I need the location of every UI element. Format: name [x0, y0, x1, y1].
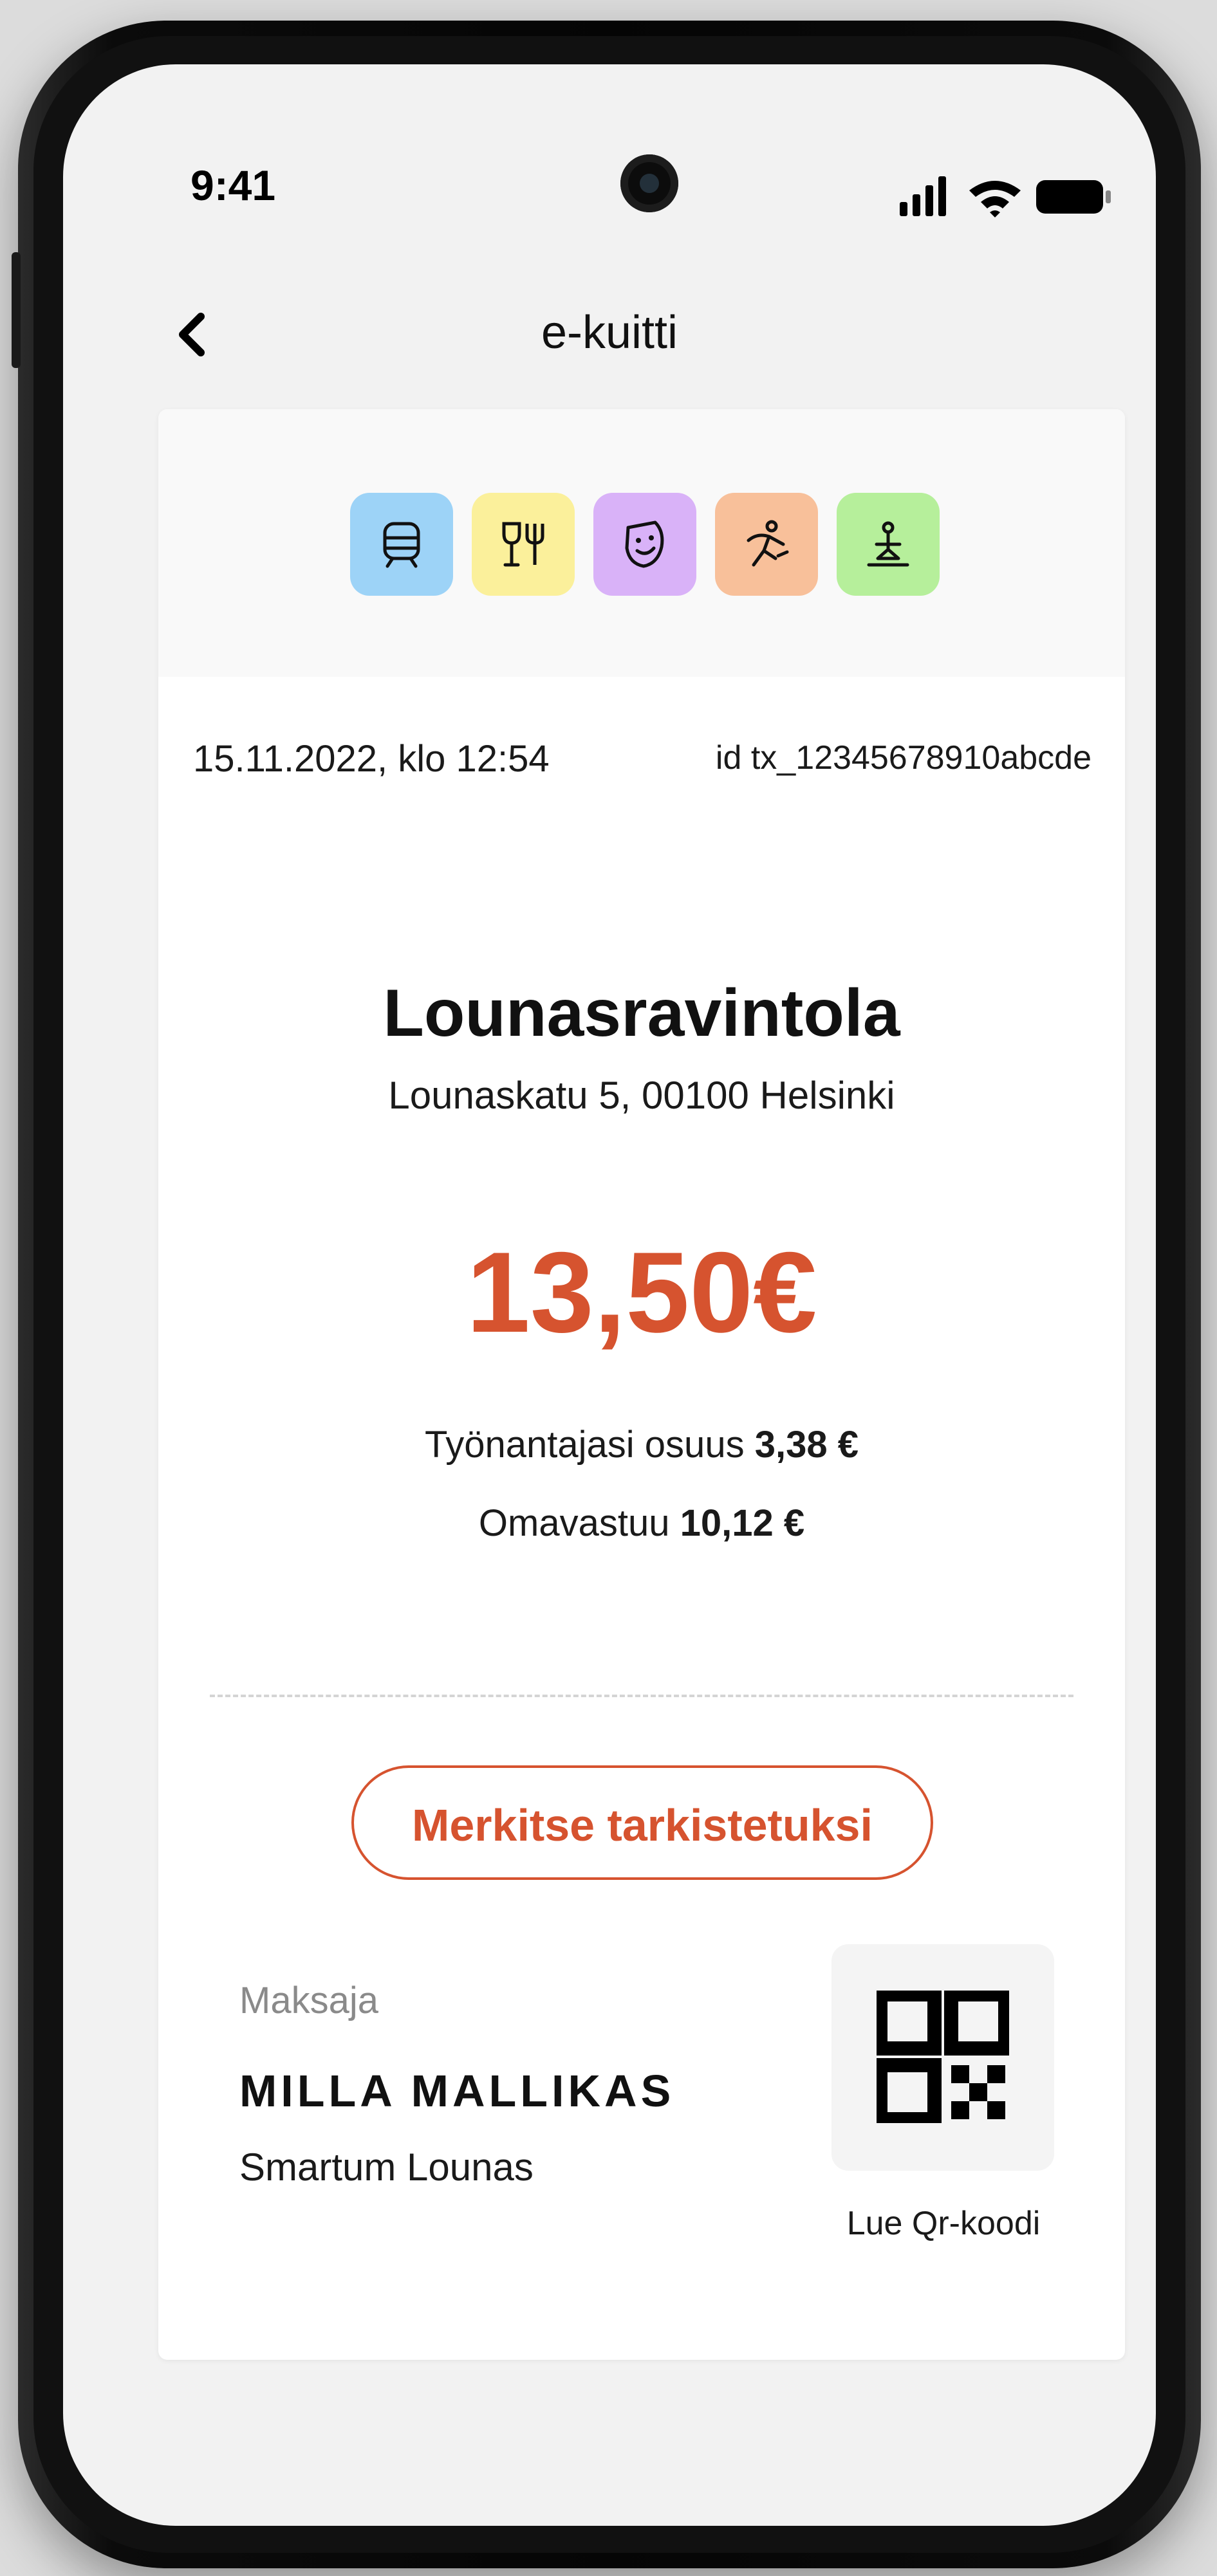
category-sports [715, 493, 818, 596]
page-title: e-kuitti [541, 307, 678, 358]
phone-frame: 9:41 e-kuitti 15.11.2022, klo 12:54 id t… [12, 21, 1201, 2568]
running-icon [747, 520, 789, 567]
receipt-date: 15.11.2022, klo 12:54 [193, 738, 550, 780]
phone-screen: 9:41 e-kuitti 15.11.2022, klo 12:54 id t… [63, 64, 1156, 2526]
receipt-card: 15.11.2022, klo 12:54 id tx_12345678910a… [158, 409, 1125, 2360]
qr-code-button[interactable] [831, 1944, 1054, 2171]
category-wellbeing [837, 493, 940, 596]
qr-code-icon [877, 1991, 1009, 2123]
employer-share-row: Työnantajasi osuus 3,38 € [158, 1423, 1125, 1466]
transaction-id: id tx_12345678910abcde [715, 739, 1092, 777]
own-share-value: 10,12 € [680, 1502, 805, 1544]
total-amount: 13,50€ [466, 1228, 817, 1356]
front-camera [620, 154, 678, 212]
wellness-icon [867, 521, 909, 567]
theater-mask-icon [625, 520, 664, 568]
status-icons [900, 176, 1111, 217]
employer-share-label: Työnantajasi osuus [425, 1424, 745, 1466]
payer-benefit: Smartum Lounas [239, 2146, 534, 2189]
category-header [158, 409, 1125, 677]
restaurant-icon [502, 522, 544, 567]
category-culture [593, 493, 696, 596]
dashed-divider [210, 1695, 1073, 1697]
status-time: 9:41 [190, 161, 276, 209]
payer-name: MILLA MALLIKAS [239, 2066, 675, 2116]
qr-code-label: Lue Qr-koodi [846, 2205, 1041, 2242]
payer-label: Maksaja [239, 1980, 378, 2021]
own-share-row: Omavastuu 10,12 € [158, 1502, 1125, 1545]
merchant-address: Lounaskatu 5, 00100 Helsinki [388, 1074, 895, 1117]
category-transport [350, 493, 453, 596]
train-icon [383, 522, 420, 568]
category-food [472, 493, 575, 596]
wifi-icon [969, 181, 1021, 217]
employer-share-value: 3,38 € [754, 1424, 859, 1466]
signal-icon [900, 176, 946, 216]
merchant-name: Lounasravintola [383, 976, 900, 1051]
mark-checked-button[interactable]: Merkitse tarkistetuksi [351, 1765, 933, 1880]
own-share-label: Omavastuu [478, 1502, 670, 1544]
battery-icon [1036, 180, 1111, 214]
